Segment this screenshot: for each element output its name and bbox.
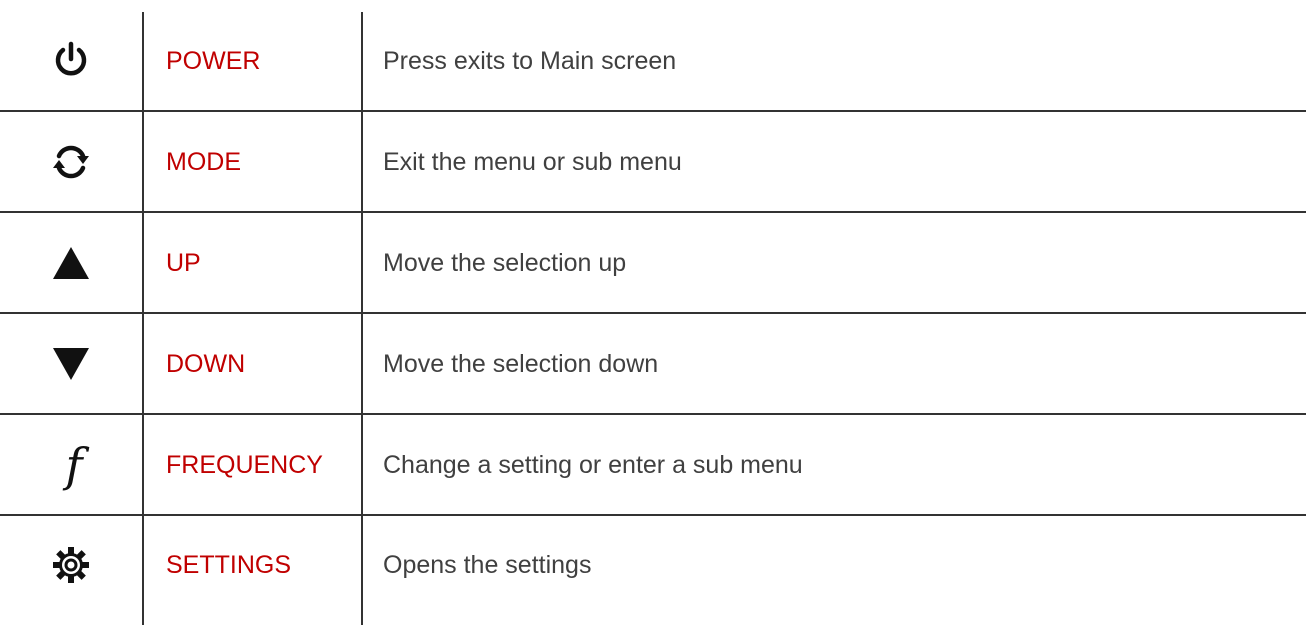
button-description: Exit the menu or sub menu (383, 147, 682, 176)
icon-cell (0, 315, 142, 413)
row-divider (0, 211, 1306, 213)
up-triangle-icon (53, 247, 89, 279)
icon-cell: f (0, 416, 142, 514)
icon-cell (0, 113, 142, 211)
button-name: POWER (166, 46, 261, 75)
button-description: Opens the settings (383, 550, 592, 579)
icon-cell (0, 517, 142, 613)
settings-gear-icon (53, 547, 89, 583)
button-description: Change a setting or enter a sub menu (383, 450, 803, 479)
frequency-f-icon: f (65, 438, 83, 492)
button-name: DOWN (166, 349, 246, 378)
icon-cell (0, 12, 142, 110)
table-row-up: UP Move the selection up (0, 214, 1306, 314)
icon-cell (0, 214, 142, 312)
button-name: SETTINGS (166, 550, 292, 579)
button-description: Press exits to Main screen (383, 46, 677, 75)
row-divider (0, 110, 1306, 112)
row-divider (0, 514, 1306, 516)
button-name: MODE (166, 147, 241, 176)
button-name: FREQUENCY (166, 450, 323, 479)
button-reference-table: POWER Press exits to Main screen MODE Ex… (0, 0, 1306, 625)
power-icon (55, 41, 87, 76)
down-triangle-icon (53, 348, 89, 380)
button-name: UP (166, 248, 201, 277)
table-row-power: POWER Press exits to Main screen (0, 12, 1306, 112)
table-row-mode: MODE Exit the menu or sub menu (0, 113, 1306, 213)
table-row-down: DOWN Move the selection down (0, 315, 1306, 415)
row-divider (0, 312, 1306, 314)
button-description: Move the selection up (383, 248, 627, 277)
table-row-frequency: f FREQUENCY Change a setting or enter a … (0, 416, 1306, 516)
table-row-settings: SETTINGS Opens the settings (0, 517, 1306, 625)
button-description: Move the selection down (383, 349, 659, 378)
row-divider (0, 413, 1306, 415)
mode-cycle-icon (53, 145, 89, 179)
